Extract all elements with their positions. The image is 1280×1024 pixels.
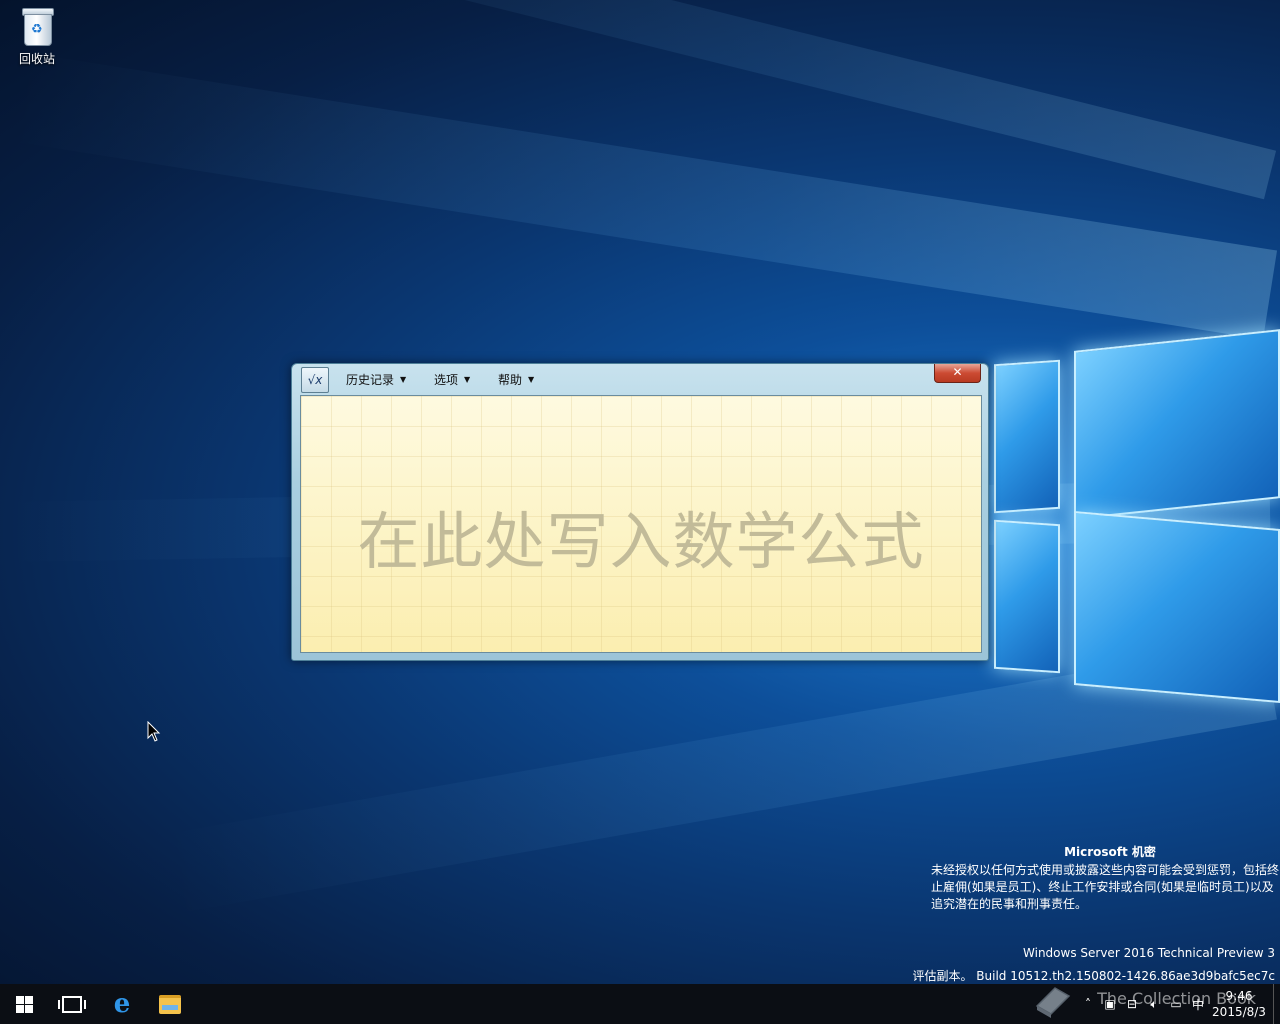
math-input-panel-window: √x 历史记录 ▼ 选项 ▼ 帮助 ▼ ✕ 在此处写入数学公式 <box>291 363 989 661</box>
menu-history-label: 历史记录 <box>346 372 395 387</box>
writing-area-placeholder: 在此处写入数学公式 <box>357 505 925 578</box>
windows-logo-icon <box>15 995 33 1013</box>
show-desktop-button[interactable] <box>1273 984 1280 1024</box>
build-text: 评估副本。 Build 10512.th2.150802-1426.86ae3d… <box>912 969 1275 983</box>
file-explorer-taskbar-button[interactable] <box>146 984 194 1024</box>
chevron-down-icon: ▼ <box>528 374 535 384</box>
recycle-bin-icon: ♻ <box>20 6 54 46</box>
wallpaper-logo-pane <box>994 359 1060 514</box>
menu-help-label: 帮助 <box>498 372 523 387</box>
task-view-button[interactable] <box>48 984 96 1024</box>
menu-history[interactable]: 历史记录 ▼ <box>346 369 406 389</box>
edition-text: Windows Server 2016 Technical Preview 3 <box>1023 946 1275 960</box>
notice-body: 未经授权以任何方式使用或披露这些内容可能会受到惩罚，包括终止雇佣(如果是员工)、… <box>931 863 1280 911</box>
close-icon: ✕ <box>952 365 963 379</box>
edge-taskbar-button[interactable]: e <box>98 984 146 1024</box>
chevron-up-icon[interactable]: ˄ <box>1077 997 1099 1011</box>
math-input-panel-app-icon[interactable]: √x <box>301 367 329 393</box>
chevron-down-icon: ▼ <box>464 374 471 384</box>
wallpaper-beam <box>31 0 1277 200</box>
writing-area[interactable]: 在此处写入数学公式 <box>300 395 982 653</box>
wallpaper-logo-pane <box>1074 510 1280 704</box>
wallpaper-beam <box>8 51 1278 340</box>
menu-options-label: 选项 <box>434 372 459 387</box>
folder-icon <box>159 994 181 1014</box>
menu-options[interactable]: 选项 ▼ <box>434 369 470 389</box>
task-view-icon <box>58 995 86 1013</box>
edge-icon: e <box>113 989 131 1019</box>
menu-help[interactable]: 帮助 ▼ <box>498 369 534 389</box>
mouse-cursor-icon <box>147 721 161 742</box>
start-button[interactable] <box>0 984 48 1024</box>
taskbar: e ˄ ▣ ⊟ 🔈︎ ▭ 中 9:46 2015/8/3 <box>0 984 1280 1024</box>
confidential-notice: Microsoft 机密 未经授权以任何方式使用或披露这些内容可能会受到惩罚，包… <box>931 844 1279 913</box>
wallpaper-logo-pane <box>994 519 1060 674</box>
chevron-down-icon: ▼ <box>400 374 407 384</box>
close-button[interactable]: ✕ <box>934 364 981 383</box>
recycle-bin-desktop-icon[interactable]: ♻ 回收站 <box>8 6 66 67</box>
recycle-bin-label: 回收站 <box>18 52 55 66</box>
notice-title: Microsoft 机密 <box>1064 845 1156 859</box>
book-watermark-icon <box>1035 987 1071 1018</box>
wallpaper-logo-pane <box>1074 329 1280 520</box>
collection-book-watermark: The Collection Book <box>1097 989 1256 1008</box>
